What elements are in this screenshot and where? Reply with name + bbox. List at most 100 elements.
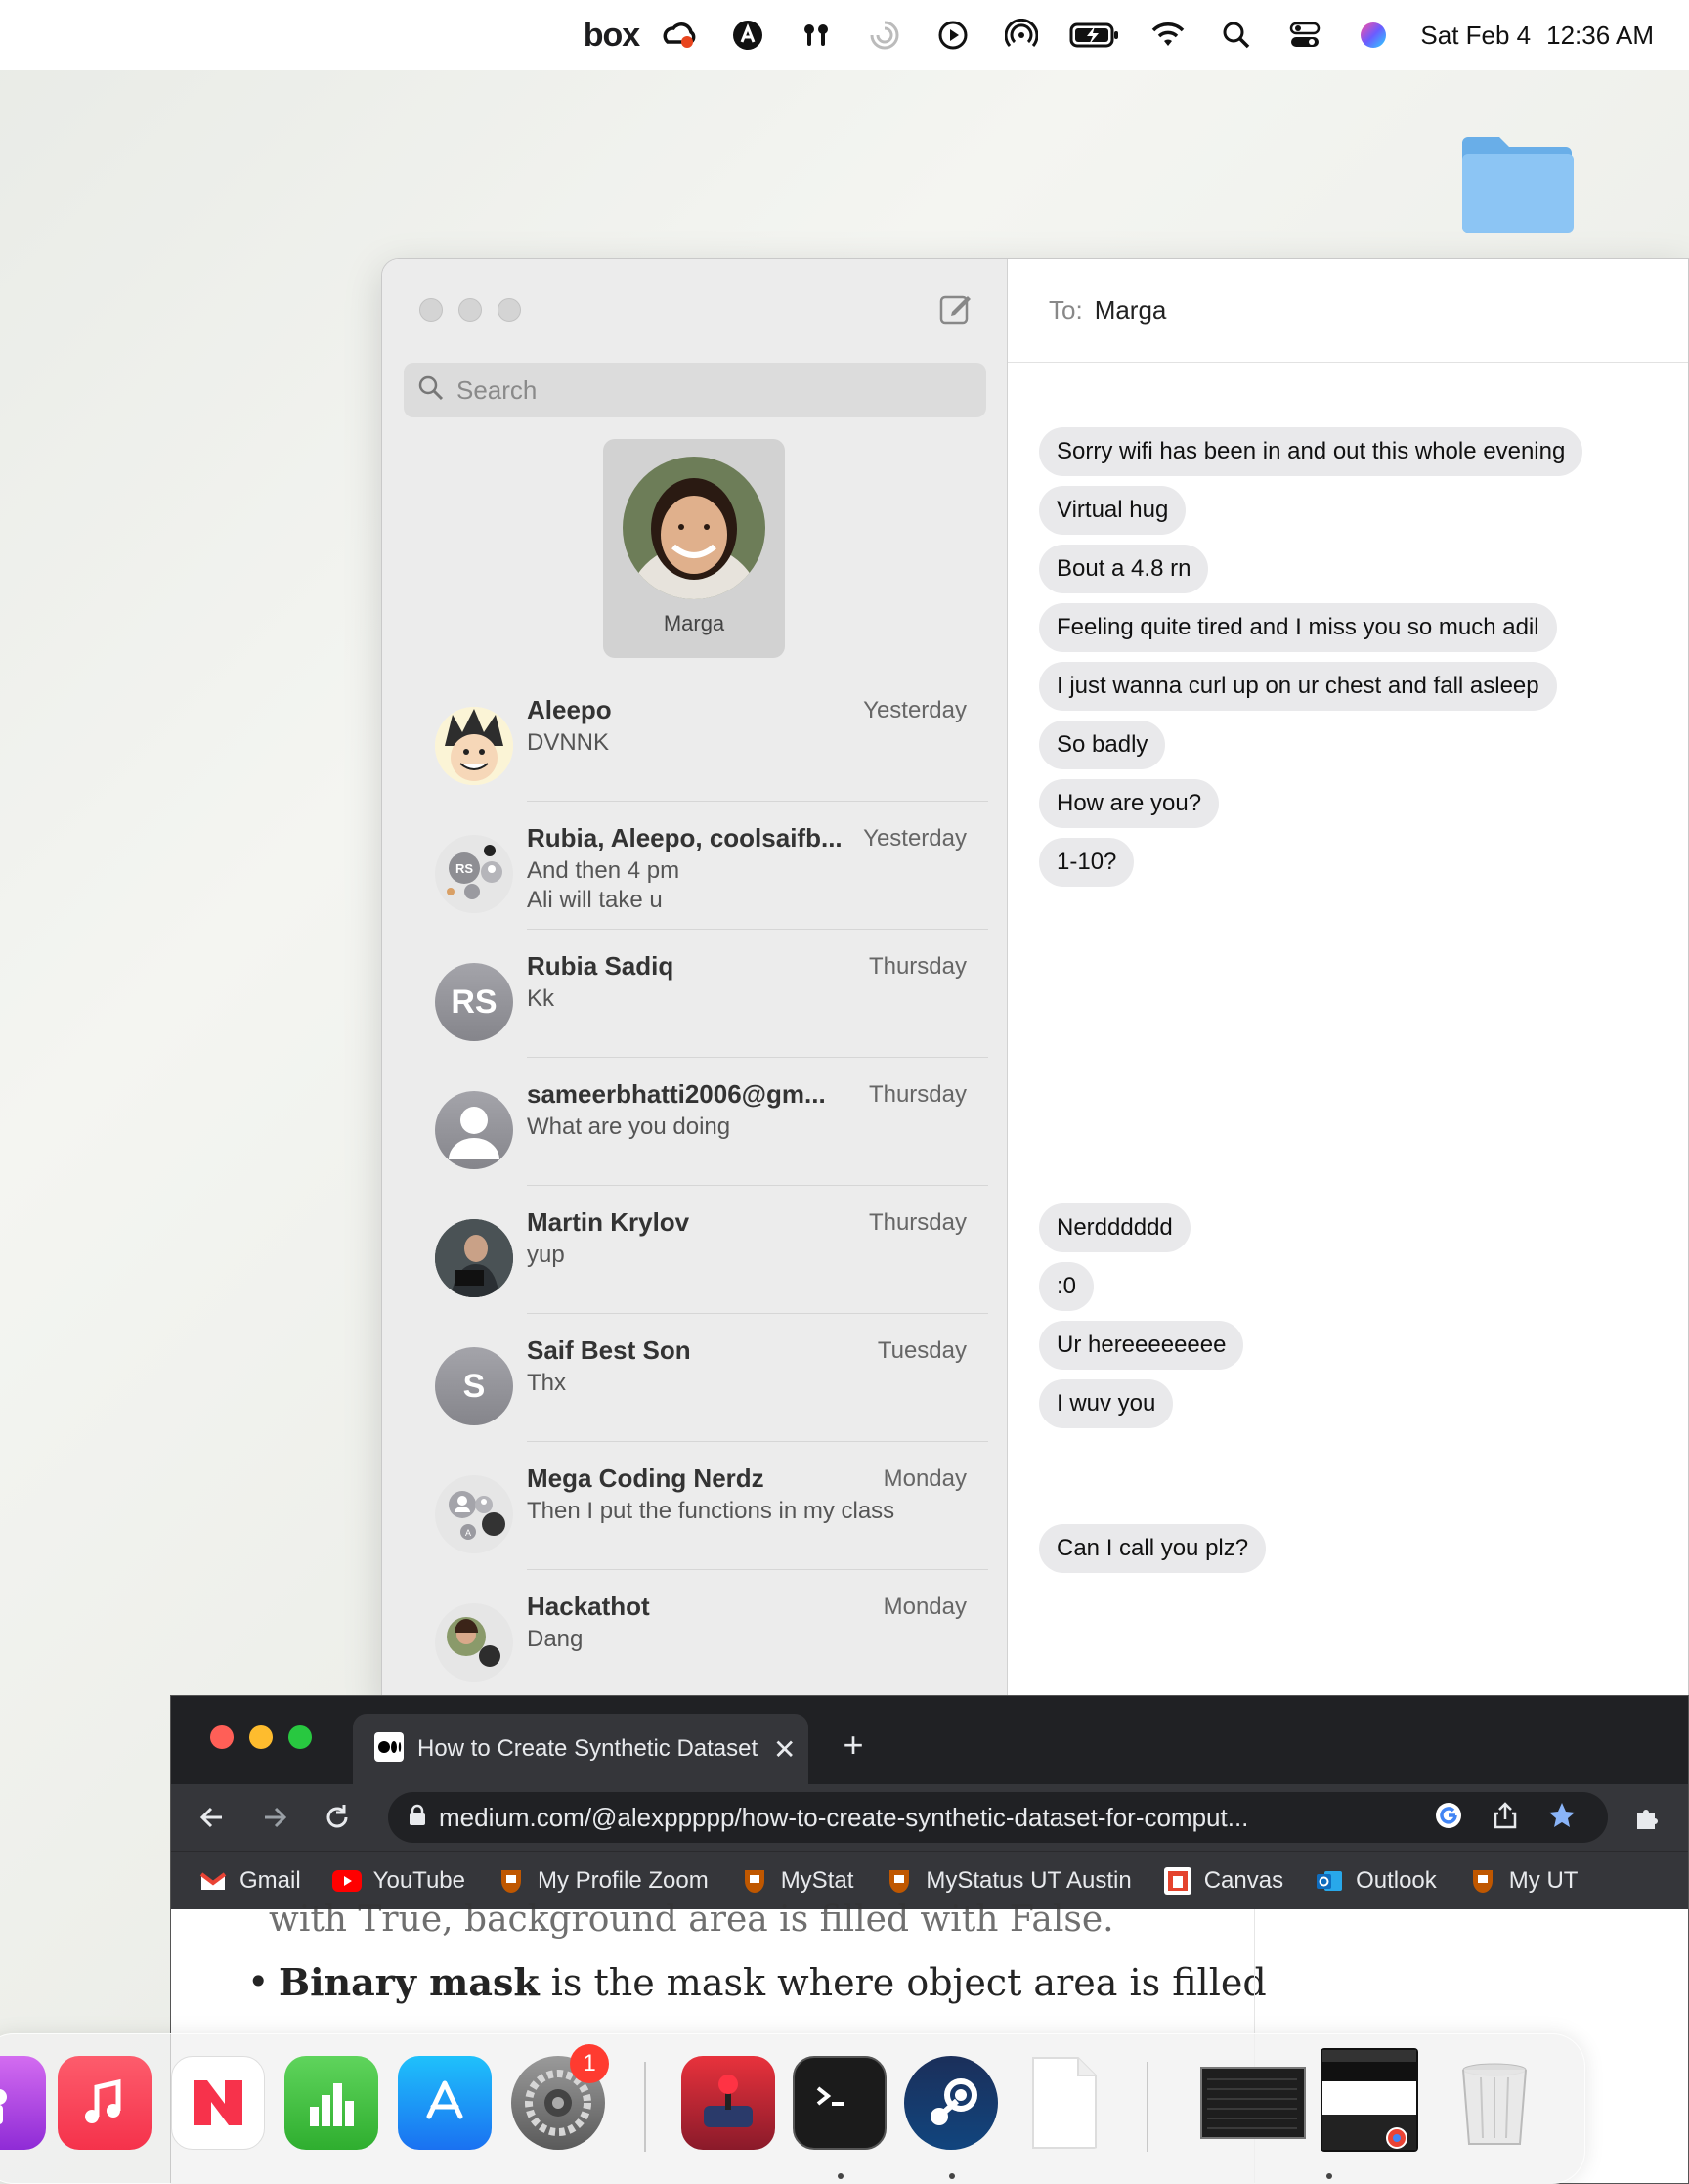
- conversation-hackathot[interactable]: Hackathot Monday Dang: [382, 1570, 1008, 1698]
- share-icon[interactable]: [1493, 1801, 1518, 1835]
- ut-shield-icon: [885, 1866, 914, 1896]
- bookmark-canvas[interactable]: Canvas: [1163, 1866, 1283, 1896]
- message-bubble[interactable]: I wuv you: [1039, 1379, 1174, 1428]
- bookmark-label: MyStat: [780, 1866, 854, 1894]
- app-store-icon[interactable]: [398, 2056, 492, 2150]
- extensions-icon[interactable]: [1627, 1798, 1667, 1837]
- minimize-button[interactable]: [249, 1725, 273, 1749]
- group-avatar: RS: [435, 835, 513, 913]
- joystick-app-icon[interactable]: [681, 2056, 775, 2150]
- avast-icon[interactable]: [726, 14, 769, 57]
- conversation-sameerbhatti[interactable]: sameerbhatti2006@gm... Thursday What are…: [382, 1058, 1008, 1186]
- message-thread: Sorry wifi has been in and out this whol…: [1039, 259, 1688, 1704]
- conversation-preview: yup: [527, 1242, 565, 1268]
- pinned-name: Marga: [663, 611, 725, 635]
- conversation-martin-krylov[interactable]: Martin Krylov Thursday yup: [382, 1186, 1008, 1314]
- message-bubble[interactable]: How are you?: [1039, 779, 1220, 828]
- battery-charging-icon[interactable]: [1068, 14, 1121, 57]
- conversation-rubia-sadiq[interactable]: RS Rubia Sadiq Thursday Kk: [382, 930, 1008, 1058]
- reload-icon[interactable]: [318, 1798, 357, 1837]
- news-icon[interactable]: [171, 2056, 265, 2150]
- dock-separator: [1147, 2062, 1148, 2152]
- podcasts-icon[interactable]: [0, 2056, 46, 2150]
- zoom-button[interactable]: [288, 1725, 312, 1749]
- terminal-icon[interactable]: [793, 2056, 887, 2150]
- menu-date[interactable]: Sat Feb 4: [1420, 21, 1531, 51]
- play-icon[interactable]: [931, 14, 974, 57]
- message-bubble[interactable]: Virtual hug: [1039, 486, 1187, 535]
- bookmark-gmail[interactable]: Gmail: [198, 1866, 301, 1896]
- message-bubble[interactable]: Nerdddddd: [1039, 1203, 1191, 1252]
- conversation-preview: What are you doing: [527, 1114, 731, 1140]
- search-input[interactable]: Search: [404, 363, 986, 417]
- zoom-button[interactable]: [498, 298, 521, 322]
- trash-icon[interactable]: [1448, 2056, 1541, 2150]
- conversation-rubia-group[interactable]: RS Rubia, Aleepo, coolsaifb... Yesterday…: [382, 802, 1008, 930]
- bookmark-youtube[interactable]: YouTube: [331, 1866, 465, 1896]
- ut-shield-icon: [1468, 1866, 1497, 1896]
- conversation-preview: Dang: [527, 1626, 584, 1652]
- wifi-icon[interactable]: [1147, 14, 1190, 57]
- conversation-time: Thursday: [868, 1209, 967, 1236]
- article-bold-text: Binary mask: [279, 1960, 540, 2004]
- google-icon[interactable]: [1434, 1801, 1463, 1835]
- numbers-icon[interactable]: [284, 2056, 378, 2150]
- window-controls: [210, 1725, 312, 1749]
- conversation-name: sameerbhatti2006@gm...: [527, 1079, 826, 1109]
- message-bubble[interactable]: :0: [1039, 1262, 1095, 1311]
- conversation-preview: Then I put the functions in my class: [527, 1498, 895, 1524]
- bookmark-label: Gmail: [239, 1866, 301, 1894]
- document-icon[interactable]: [1016, 2056, 1109, 2150]
- youtube-icon: [331, 1866, 362, 1896]
- message-bubble[interactable]: Can I call you plz?: [1039, 1524, 1267, 1573]
- close-button[interactable]: [210, 1725, 234, 1749]
- close-button[interactable]: [419, 298, 443, 322]
- message-bubble[interactable]: 1-10?: [1039, 838, 1135, 887]
- conversation-time: Yesterday: [863, 697, 967, 723]
- pinned-conversation-marga[interactable]: Marga: [603, 439, 785, 658]
- bookmark-my-profile-zoom[interactable]: My Profile Zoom: [497, 1866, 709, 1896]
- message-bubble[interactable]: Bout a 4.8 rn: [1039, 545, 1209, 593]
- chrome-window-thumbnail-icon[interactable]: [1321, 2048, 1418, 2152]
- message-bubble[interactable]: Sorry wifi has been in and out this whol…: [1039, 427, 1583, 476]
- steam-icon[interactable]: [904, 2056, 998, 2150]
- bookmark-mystatus-ut-austin[interactable]: MyStatus UT Austin: [885, 1866, 1132, 1896]
- box-icon[interactable]: box: [584, 14, 640, 57]
- message-bubble[interactable]: Feeling quite tired and I miss you so mu…: [1039, 603, 1557, 652]
- bookmark-outlook[interactable]: Outlook: [1315, 1866, 1437, 1896]
- close-tab-icon[interactable]: ✕: [773, 1733, 796, 1766]
- compose-icon[interactable]: [938, 290, 974, 326]
- airpods-icon[interactable]: [795, 14, 838, 57]
- medium-icon: [374, 1731, 404, 1767]
- back-icon[interactable]: [193, 1798, 232, 1837]
- bookmark-label: YouTube: [372, 1866, 465, 1894]
- outlook-icon: [1315, 1866, 1344, 1896]
- toolbar: medium.com/@alexppppp/how-to-create-synt…: [171, 1784, 1688, 1851]
- loading-icon[interactable]: [863, 14, 906, 57]
- new-tab-button[interactable]: +: [834, 1725, 873, 1765]
- message-bubble[interactable]: So badly: [1039, 721, 1166, 769]
- conversation-time: Tuesday: [877, 1337, 967, 1364]
- creative-cloud-icon[interactable]: [658, 14, 701, 57]
- minimize-button[interactable]: [458, 298, 482, 322]
- bookmark-star-icon[interactable]: [1547, 1801, 1577, 1835]
- address-bar[interactable]: medium.com/@alexppppp/how-to-create-synt…: [388, 1792, 1608, 1843]
- tab-medium-article[interactable]: How to Create Synthetic Dataset for Comp…: [353, 1714, 808, 1784]
- menu-time[interactable]: 12:36 AM: [1546, 21, 1654, 51]
- bookmark-mystat[interactable]: MyStat: [740, 1866, 854, 1896]
- conversation-aleepo[interactable]: Aleepo Yesterday DVNNK: [382, 674, 1008, 802]
- control-center-icon[interactable]: [1283, 14, 1326, 57]
- message-bubble[interactable]: Ur hereeeeeeee: [1039, 1321, 1244, 1370]
- message-bubble[interactable]: I just wanna curl up on ur chest and fal…: [1039, 662, 1557, 711]
- window-thumbnail-icon[interactable]: [1199, 2056, 1307, 2150]
- conversation-mega-coding-nerdz[interactable]: A Mega Coding Nerdz Monday Then I put th…: [382, 1442, 1008, 1570]
- bookmark-my-ut[interactable]: My UT: [1468, 1866, 1578, 1896]
- music-icon[interactable]: [58, 2056, 152, 2150]
- search-icon[interactable]: [1215, 14, 1258, 57]
- forward-icon[interactable]: [255, 1798, 294, 1837]
- tab-bar: How to Create Synthetic Dataset for Comp…: [171, 1696, 1688, 1784]
- siri-icon[interactable]: [1352, 14, 1395, 57]
- airdrop-icon[interactable]: [1000, 14, 1043, 57]
- desktop-folder-icon[interactable]: [1458, 133, 1578, 237]
- conversation-saif-best-son[interactable]: S Saif Best Son Tuesday Thx: [382, 1314, 1008, 1442]
